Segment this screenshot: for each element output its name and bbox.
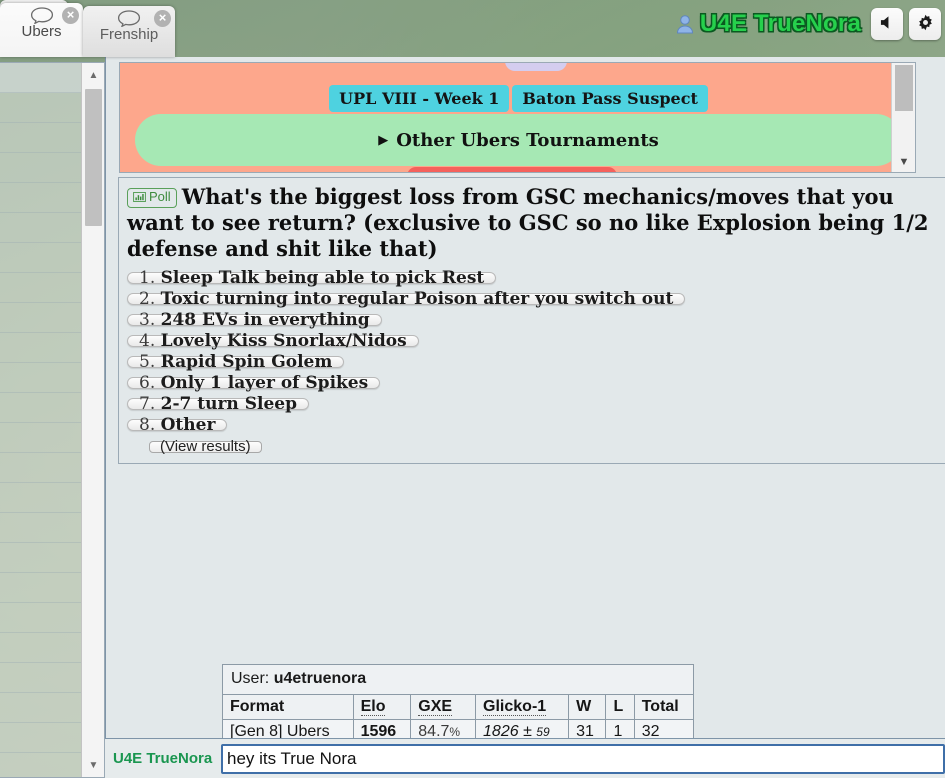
poll-option-number: 5. — [139, 352, 161, 372]
chevron-right-icon: ▶ — [378, 132, 389, 148]
poll-option-number: 1. — [139, 268, 161, 288]
col-total: Total — [634, 695, 693, 720]
close-icon[interactable]: × — [62, 7, 79, 24]
poll-option-button[interactable]: 2. Toxic turning into regular Poison aft… — [127, 291, 686, 308]
view-results-button[interactable]: (View results) — [149, 439, 262, 454]
username-label: U4E TrueNora — [699, 10, 861, 37]
chat-bubble-icon — [30, 7, 54, 25]
poll-option-label: Sleep Talk being able to pick Rest — [160, 268, 485, 288]
other-tournaments-label: Other Ubers Tournaments — [396, 129, 659, 151]
poll-options: 1. Sleep Talk being able to pick Rest 2. … — [127, 270, 945, 440]
scroll-down-icon[interactable]: ▼ — [82, 755, 104, 777]
col-wins: W — [568, 695, 607, 720]
bar-chart-icon — [133, 190, 146, 206]
tournament-region: UPL VIII - Week 1 Baton Pass Suspect ▶ Ot… — [106, 62, 945, 173]
tab-frenship-label: Frenship — [99, 26, 159, 43]
scroll-up-icon[interactable]: ▲ — [82, 65, 104, 87]
sound-icon — [879, 15, 896, 33]
poll-option-label: Other — [160, 415, 216, 435]
col-gxe-label: GXE — [418, 698, 453, 716]
other-tournaments-button[interactable]: ▶ Other Ubers Tournaments — [135, 114, 902, 166]
poll-option-button[interactable]: 7. 2-7 turn Sleep — [127, 396, 309, 413]
tournament-pill[interactable]: UPL VIII - Week 1 — [329, 85, 510, 112]
poll-option-button[interactable]: 8. Other — [127, 417, 228, 434]
poll-option-button[interactable]: 5. Rapid Spin Golem — [127, 354, 345, 371]
chat-panel: UPL VIII - Week 1 Baton Pass Suspect ▶ Ot… — [105, 57, 945, 778]
scroll-down-icon[interactable]: ▼ — [892, 153, 915, 171]
tab-frenship[interactable]: Frenship × — [83, 6, 175, 57]
stats-user-name: u4etruenora — [273, 670, 367, 687]
chat-username-label: U4E TrueNora — [113, 750, 213, 767]
stats-user-row: User: u4etruenora — [223, 665, 693, 695]
gxe-percent: % — [449, 725, 461, 739]
poll-option-row: 8. Other — [127, 417, 945, 440]
settings-button[interactable] — [909, 8, 941, 40]
poll-question: Poll What's the biggest loss from GSC me… — [127, 184, 945, 262]
scrollbar-thumb[interactable] — [895, 65, 913, 111]
poll-option-number: 8. — [139, 415, 161, 435]
col-losses: L — [605, 695, 635, 720]
scrollbar-thumb[interactable] — [85, 89, 102, 226]
stats-table: Format Elo GXE Glicko-1 W L Total [Gen 8… — [223, 695, 693, 744]
poll-option-label: Lovely Kiss Snorlax/Nidos — [160, 331, 407, 351]
poll-option-label: Toxic turning into regular Poison after … — [160, 289, 674, 309]
col-glicko-label: Glicko-1 — [483, 698, 547, 716]
tournament-pills: UPL VIII - Week 1 Baton Pass Suspect — [120, 85, 915, 112]
poll-option-number: 3. — [139, 310, 161, 330]
poll-option-label: 248 EVs in everything — [160, 310, 370, 330]
sound-button[interactable] — [871, 8, 903, 40]
poll-option-label: 2-7 turn Sleep — [160, 394, 297, 414]
glicko-deviation: 59 — [536, 725, 550, 739]
userlist-panel: serstic ❤etkut89ehop491521saneSucksDabs … — [0, 62, 105, 778]
poll-badge: Poll — [127, 188, 177, 208]
poll-option-button[interactable]: 3. 248 EVs in everything — [127, 312, 382, 329]
col-format: Format — [223, 695, 354, 720]
poll-badge-label: Poll — [149, 189, 171, 204]
current-user[interactable]: U4E TrueNora — [676, 10, 865, 38]
chat-input[interactable] — [221, 743, 945, 774]
tab-ubers-label: Ubers — [21, 23, 62, 40]
tournament-scrollbar[interactable]: ▼ — [891, 63, 915, 172]
user-silhouette-icon — [676, 14, 694, 34]
showdown-window: Ubers × Frenship × + U4E TrueNo — [0, 0, 945, 778]
poll-option-number: 4. — [139, 331, 161, 351]
poll-footer: (View results) — [127, 439, 945, 454]
poll-message: Poll What's the biggest loss from GSC me… — [118, 177, 945, 464]
poll-option-label: Only 1 layer of Spikes — [160, 373, 369, 393]
chat-bubble-icon — [117, 10, 141, 28]
tab-ubers[interactable]: Ubers × — [0, 3, 83, 57]
col-elo-label: Elo — [360, 698, 386, 716]
poll-option-label: Rapid Spin Golem — [160, 352, 333, 372]
stats-header-row: Format Elo GXE Glicko-1 W L Total — [223, 695, 693, 720]
gear-icon — [917, 14, 934, 34]
poll-option-button[interactable]: 6. Only 1 layer of Spikes — [127, 375, 381, 392]
header-right: U4E TrueNora — [676, 0, 941, 48]
poll-option-number: 6. — [139, 373, 161, 393]
tournament-pill[interactable]: Baton Pass Suspect — [512, 85, 708, 112]
chat-input-bar: U4E TrueNora — [105, 738, 945, 778]
poll-option-number: 7. — [139, 394, 161, 414]
col-glicko: Glicko-1 — [475, 695, 570, 720]
poll-option-row: 7. 2-7 turn Sleep — [127, 396, 945, 419]
poll-option-button[interactable]: 4. Lovely Kiss Snorlax/Nidos — [127, 333, 419, 350]
col-elo: Elo — [353, 695, 412, 720]
close-icon[interactable]: × — [154, 10, 171, 27]
stats-user-label: User: — [231, 670, 270, 687]
tournament-banner: UPL VIII - Week 1 Baton Pass Suspect ▶ Ot… — [119, 62, 916, 173]
col-gxe: GXE — [410, 695, 477, 720]
poll-option-number: 2. — [139, 289, 161, 309]
poll-option-button[interactable]: 1. Sleep Talk being able to pick Rest — [127, 270, 497, 287]
partial-pill-top — [505, 63, 567, 71]
poll-question-text: What's the biggest loss from GSC mechani… — [127, 184, 929, 261]
partial-pill-bottom — [407, 167, 617, 172]
userlist-scrollbar[interactable]: ▲ ▼ — [81, 63, 104, 777]
